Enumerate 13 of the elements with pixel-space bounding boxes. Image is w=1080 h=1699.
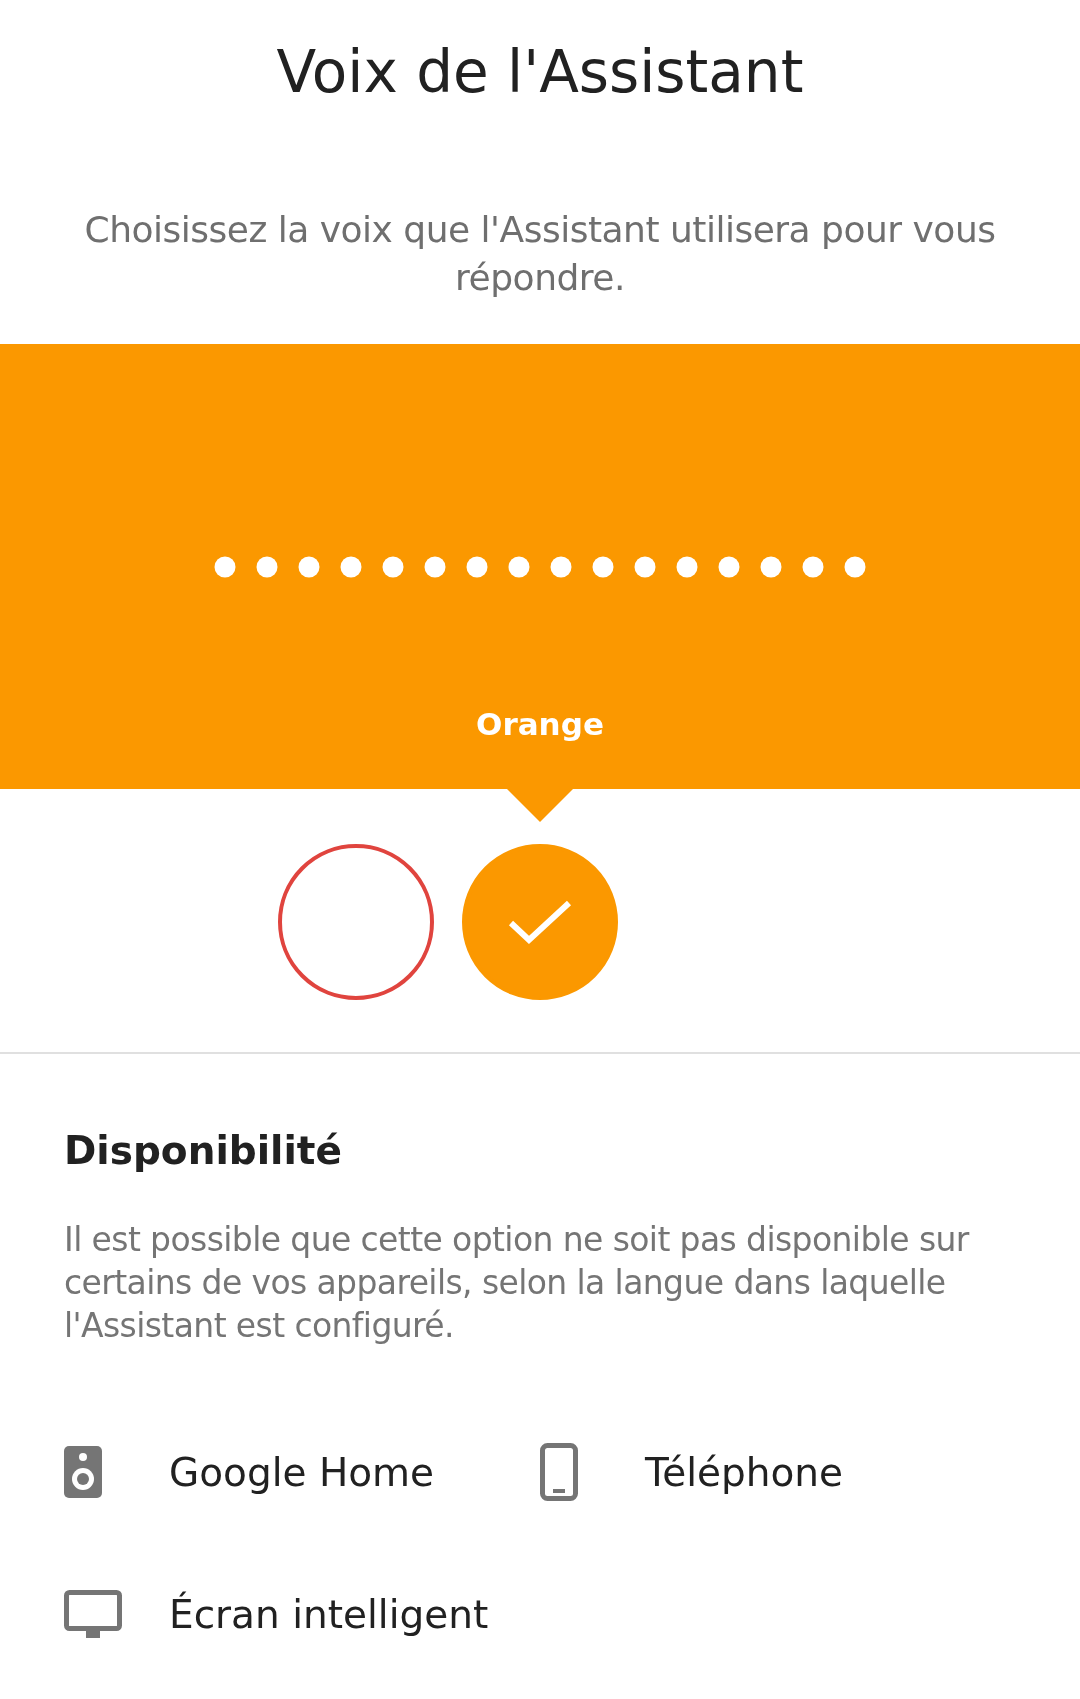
page-title: Voix de l'Assistant — [275, 37, 805, 108]
device-label: Écran intelligent — [169, 1591, 489, 1637]
device-label: Téléphone — [645, 1449, 844, 1495]
checkmark-icon — [507, 899, 573, 945]
phone-icon — [540, 1443, 578, 1501]
description-text: Choisissez la voix que l'Assistant utilisera pour vous répondre. — [83, 208, 997, 300]
device-label: Google Home — [169, 1449, 435, 1495]
section-heading: Disponibilité — [64, 1127, 343, 1175]
info-text: Il est possible que cette option ne soit pas disponible sur certains de vos appareils, selon la langue dans laquelle l'Assistant est configuré. — [64, 1219, 971, 1347]
speaker-icon — [64, 1446, 102, 1498]
voice-name: Orange — [476, 705, 604, 744]
dots-indicator-icon — [214, 556, 866, 578]
monitor-icon — [64, 1590, 122, 1638]
